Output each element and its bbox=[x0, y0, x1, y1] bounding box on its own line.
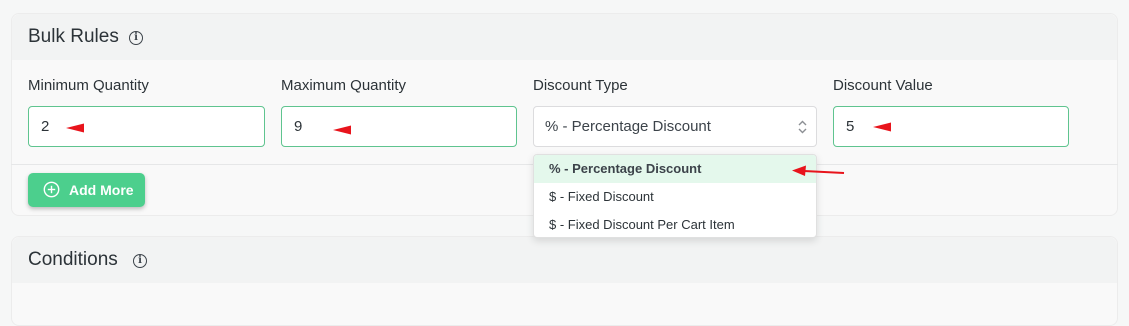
annotation-arrow-icon bbox=[333, 125, 351, 135]
discount-value-input[interactable]: 5 bbox=[833, 106, 1069, 147]
discount-value-value: 5 bbox=[846, 118, 855, 135]
bulk-rules-title: Bulk Rules bbox=[28, 26, 119, 47]
conditions-header: Conditions i bbox=[12, 237, 1117, 283]
add-more-label: Add More bbox=[69, 182, 134, 198]
conditions-title: Conditions bbox=[28, 249, 118, 270]
max-quantity-label: Maximum Quantity bbox=[281, 77, 407, 94]
discount-value-label: Discount Value bbox=[833, 77, 933, 94]
discount-type-select[interactable]: % - Percentage Discount bbox=[533, 106, 817, 147]
info-icon[interactable]: i bbox=[133, 254, 147, 268]
dropdown-option-fixed-per-item[interactable]: $ - Fixed Discount Per Cart Item bbox=[534, 211, 816, 237]
max-quantity-input[interactable]: 9 bbox=[281, 106, 517, 147]
discount-type-value: % - Percentage Discount bbox=[545, 118, 711, 135]
annotation-arrow-icon bbox=[873, 122, 891, 132]
discount-type-label: Discount Type bbox=[533, 77, 628, 94]
dropdown-option-percentage[interactable]: % - Percentage Discount bbox=[534, 155, 816, 183]
max-quantity-value: 9 bbox=[294, 118, 303, 135]
min-quantity-value: 2 bbox=[41, 118, 50, 135]
min-quantity-input[interactable]: 2 bbox=[28, 106, 265, 147]
dropdown-option-fixed[interactable]: $ - Fixed Discount bbox=[534, 183, 816, 211]
conditions-panel: Conditions i bbox=[11, 236, 1118, 326]
add-more-button[interactable]: Add More bbox=[28, 173, 145, 207]
chevron-up-down-icon bbox=[798, 120, 807, 134]
annotation-arrow-icon bbox=[66, 123, 84, 133]
annotation-arrow-icon bbox=[792, 165, 845, 176]
bulk-rules-header: Bulk Rules i bbox=[12, 14, 1117, 60]
info-icon[interactable]: i bbox=[129, 31, 143, 45]
discount-type-dropdown: % - Percentage Discount $ - Fixed Discou… bbox=[533, 154, 817, 238]
min-quantity-label: Minimum Quantity bbox=[28, 77, 149, 94]
plus-circle-icon bbox=[43, 181, 60, 198]
